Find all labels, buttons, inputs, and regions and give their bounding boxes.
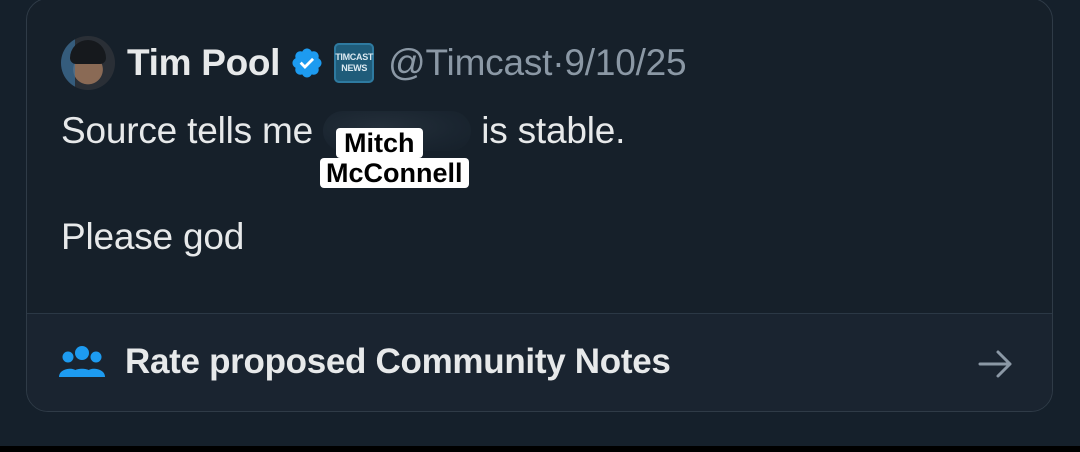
arrow-right-icon[interactable] [976, 344, 1016, 384]
community-notes-bar[interactable]: Rate proposed Community Notes [27, 313, 1052, 411]
author-display-name[interactable]: Tim Pool [127, 42, 280, 84]
people-icon [59, 346, 105, 377]
author-avatar[interactable] [61, 36, 115, 90]
verified-badge-icon [292, 48, 322, 78]
screen: Tim Pool TIMCAST NEWS @Timcast·9/10/25 S… [0, 0, 1080, 452]
tweet-text-before: Source tells me [61, 110, 313, 151]
avatar-beanie [70, 40, 106, 64]
org-affiliation-badge[interactable]: TIMCAST NEWS [334, 43, 375, 83]
org-badge-text-top: TIMCAST [335, 52, 374, 62]
overlay-label-first: Mitch [336, 128, 423, 158]
community-notes-label[interactable]: Rate proposed Community Notes [125, 342, 671, 382]
author-handle-and-date[interactable]: @Timcast·9/10/25 [388, 42, 686, 84]
tweet-line-2: Please god [61, 216, 245, 257]
tweet-card[interactable]: Tim Pool TIMCAST NEWS @Timcast·9/10/25 S… [26, 0, 1053, 412]
overlay-label-second: McConnell [320, 158, 469, 188]
org-badge-text-bottom: NEWS [341, 63, 368, 73]
tweet-header: Tim Pool TIMCAST NEWS @Timcast·9/10/25 [61, 35, 687, 91]
tweet-text-after: is stable. [481, 110, 626, 151]
bottom-edge [0, 446, 1080, 452]
